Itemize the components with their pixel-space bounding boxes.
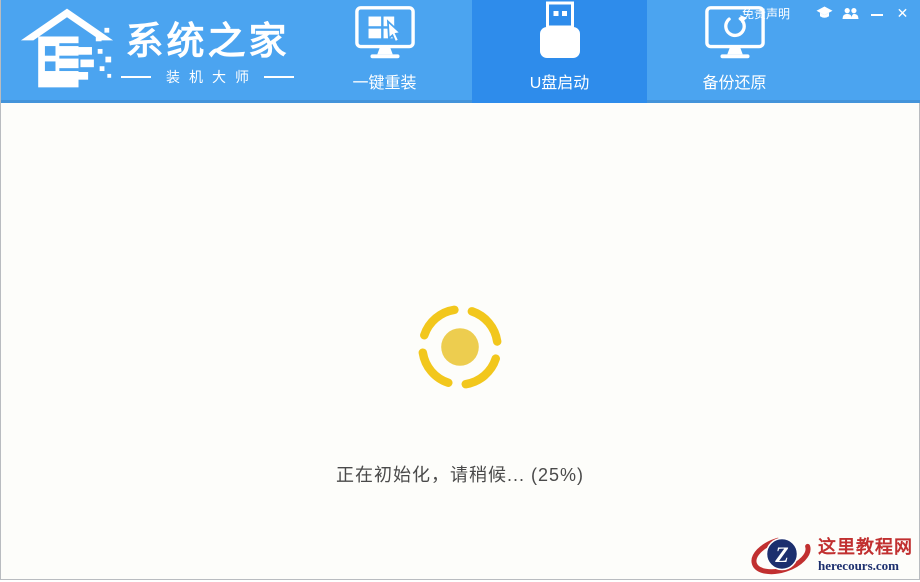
- minimize-button[interactable]: [868, 5, 885, 21]
- tab-label-one-key-reinstall: 一键重装: [352, 69, 416, 93]
- main-content: 正在初始化，请稍候... (25%) Z 这里教程网 herecours.com: [1, 103, 919, 580]
- app-logo: 系统之家 装机大师: [19, 4, 294, 97]
- watermark-site-name: 这里教程网: [818, 538, 913, 558]
- tab-label-backup-restore: 备份还原: [702, 69, 766, 93]
- watermark-orbit-icon: Z: [750, 531, 814, 582]
- watermark-logo: Z 这里教程网 herecours.com: [750, 533, 917, 579]
- loading-spinner-icon: [413, 300, 507, 394]
- disclaimer-link[interactable]: 免责声明: [742, 5, 790, 22]
- minimize-icon: [871, 14, 883, 16]
- status-text: 正在初始化，请稍候... (25%): [1, 461, 919, 487]
- app-subtitle-row: 装机大师: [121, 67, 294, 87]
- subtitle-left-line: [121, 76, 151, 78]
- app-subtitle: 装机大师: [166, 67, 258, 87]
- close-icon: ✕: [897, 6, 909, 20]
- header-bar: 系统之家 装机大师: [1, 0, 920, 103]
- usb-drive-icon: [532, 0, 588, 62]
- house-logo-icon: [19, 4, 115, 97]
- graduation-cap-icon[interactable]: [816, 5, 833, 21]
- monitor-windows-icon: [354, 0, 416, 62]
- tab-label-usb-boot: U盘启动: [530, 69, 590, 93]
- close-button[interactable]: ✕: [894, 5, 911, 21]
- watermark-monogram: Z: [774, 542, 788, 567]
- header-controls: 免责声明 ✕: [742, 5, 913, 21]
- app-title: 系统之家: [125, 22, 289, 64]
- users-group-icon[interactable]: [842, 5, 859, 21]
- watermark-site-domain: herecours.com: [818, 558, 899, 574]
- tab-usb-boot[interactable]: U盘启动: [472, 0, 647, 103]
- app-window: 系统之家 装机大师: [0, 0, 920, 580]
- subtitle-right-line: [264, 76, 294, 78]
- tab-one-key-reinstall[interactable]: 一键重装: [297, 0, 472, 103]
